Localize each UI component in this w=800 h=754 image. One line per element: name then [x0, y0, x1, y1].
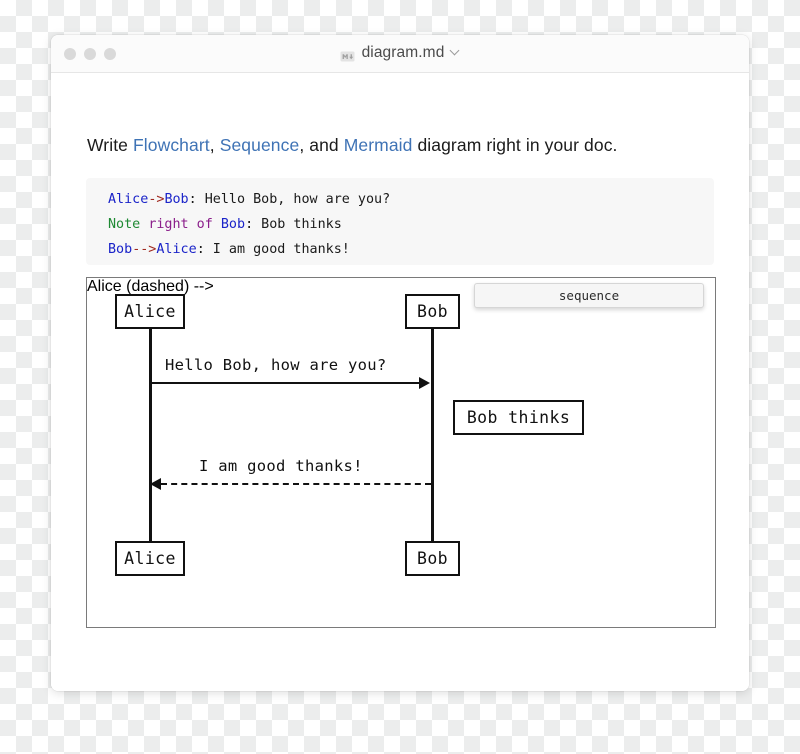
- message-arrowhead-1: [419, 377, 430, 389]
- message-arrow-2: [161, 483, 431, 485]
- code-token: Alice: [156, 242, 197, 257]
- note-box-bob-thinks: Bob thinks: [453, 400, 584, 435]
- code-block[interactable]: Alice->Bob: Hello Bob, how are you? Note …: [86, 178, 714, 265]
- code-token: : Bob thinks: [245, 217, 342, 232]
- code-token: Bob: [220, 217, 246, 232]
- code-line: Note right of Bob: Bob thinks: [86, 212, 714, 237]
- lifeline-alice: [149, 327, 152, 541]
- code-line: Bob-->Alice: I am good thanks!: [86, 237, 714, 262]
- actor-label: Bob: [416, 302, 448, 321]
- code-token: Bob: [164, 192, 189, 207]
- markdown-icon: [340, 49, 355, 61]
- code-token: Note: [108, 217, 141, 232]
- message-label-1: Hello Bob, how are you?: [165, 356, 387, 374]
- intro-text-4: diagram right in your doc.: [412, 135, 618, 155]
- window-title-group[interactable]: diagram.md: [51, 44, 749, 62]
- note-label: Bob thinks: [466, 408, 571, 427]
- code-token: ->: [148, 192, 165, 207]
- intro-text-2: ,: [209, 135, 220, 155]
- actor-label: Alice: [124, 302, 176, 321]
- link-sequence[interactable]: Sequence: [220, 135, 300, 155]
- link-flowchart[interactable]: Flowchart: [133, 135, 210, 155]
- actor-label: Alice: [124, 549, 176, 568]
- intro-paragraph: Write Flowchart, Sequence, and Mermaid d…: [87, 135, 618, 156]
- message-label-2: I am good thanks!: [199, 457, 363, 475]
- actor-box-bob-top: Bob: [405, 294, 460, 329]
- link-mermaid[interactable]: Mermaid: [344, 135, 413, 155]
- window-titlebar: diagram.md: [51, 35, 749, 73]
- lifeline-bob: [431, 327, 434, 541]
- window-title: diagram.md: [361, 44, 445, 61]
- intro-text-1: Write: [87, 135, 133, 155]
- code-token: right of: [148, 217, 213, 232]
- diagram-type-tab[interactable]: sequence: [474, 283, 704, 308]
- app-window: diagram.md Write Flowchart, Sequence, an…: [51, 35, 749, 691]
- document-body: Write Flowchart, Sequence, and Mermaid d…: [51, 73, 749, 691]
- diagram-preview-container: Alice Bob Hello Bob, how are you? Bob th…: [86, 277, 716, 628]
- actor-box-alice-top: Alice: [115, 294, 185, 329]
- code-token: Bob: [108, 242, 133, 257]
- intro-text-3: , and: [299, 135, 344, 155]
- code-line: Alice->Bob: Hello Bob, how are you?: [86, 187, 714, 212]
- chevron-down-icon[interactable]: [451, 47, 460, 56]
- diagram-type-label: sequence: [558, 288, 620, 303]
- actor-box-bob-bottom: Bob: [405, 541, 460, 576]
- code-token: Alice: [108, 192, 149, 207]
- code-token: : I am good thanks!: [196, 242, 350, 257]
- code-token: : Hello Bob, how are you?: [188, 192, 391, 207]
- message-arrowhead-2: [150, 478, 161, 490]
- message-arrow-1: [150, 382, 420, 384]
- actor-box-alice-bottom: Alice: [115, 541, 185, 576]
- sequence-diagram: Alice Bob Hello Bob, how are you? Bob th…: [87, 278, 717, 629]
- actor-label: Bob: [416, 549, 448, 568]
- code-token: -->: [132, 242, 157, 257]
